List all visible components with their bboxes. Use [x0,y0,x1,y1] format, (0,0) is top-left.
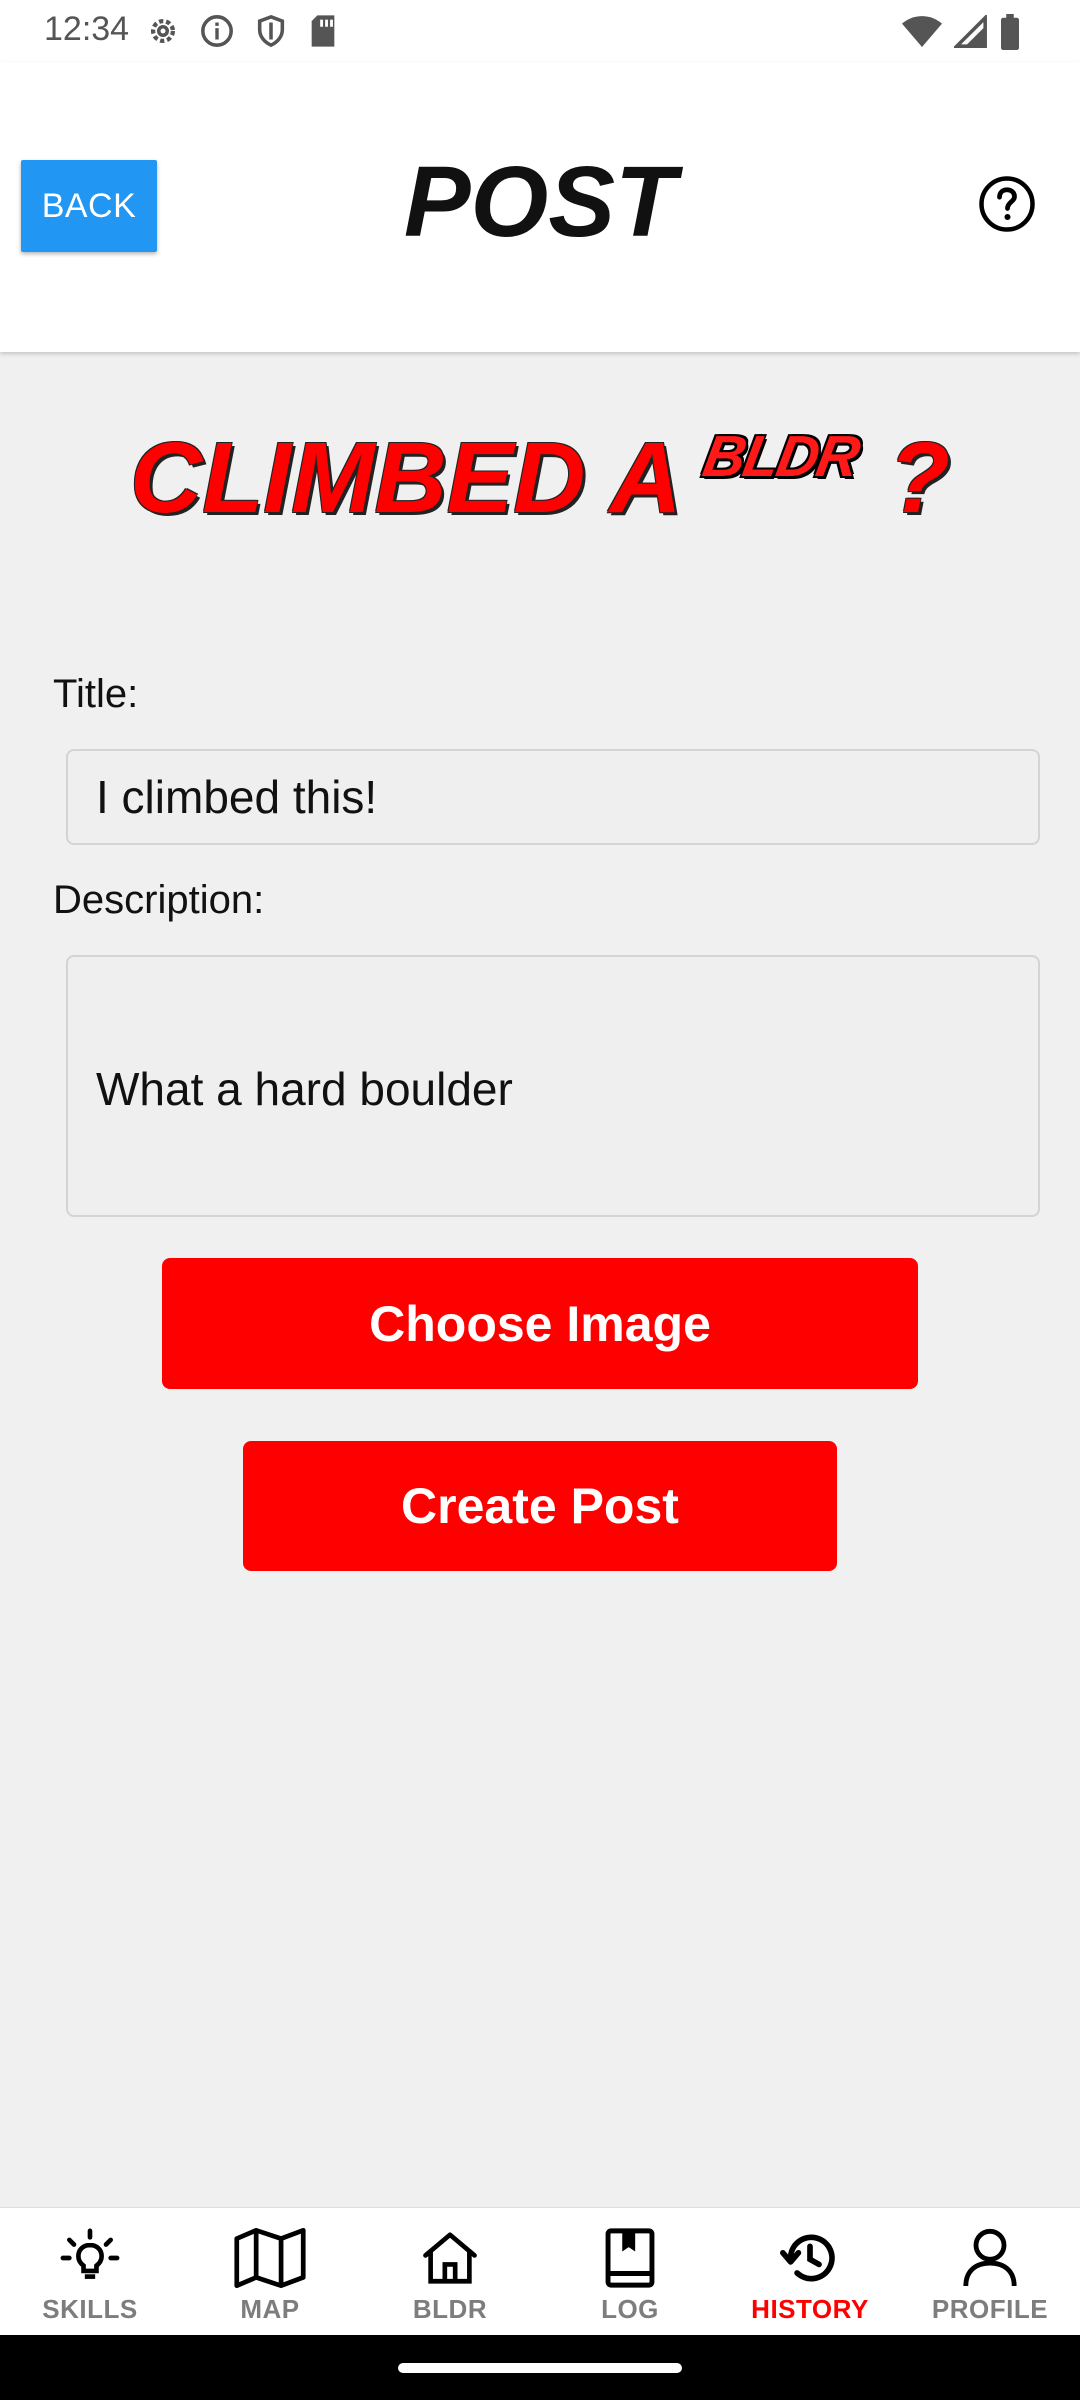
headline-text: CLIMBED A [130,422,682,534]
title-input[interactable] [66,749,1040,845]
nav-item-profile[interactable]: PROFILE [900,2208,1080,2336]
nav-item-skills[interactable]: SKILLS [0,2208,180,2336]
nav-label-map: MAP [240,2294,300,2324]
cell-signal-icon [954,15,988,49]
title-label: Title: [53,672,139,716]
page-title: POST [403,146,677,258]
nav-item-log[interactable]: LOG [540,2208,720,2336]
status-icons-left [146,14,338,48]
help-circle-icon [977,174,1037,239]
profile-icon [962,2226,1018,2290]
history-icon [779,2226,841,2290]
nav-item-bldr[interactable]: BLDR [360,2208,540,2336]
nav-item-map[interactable]: MAP [180,2208,360,2336]
nav-label-history: HISTORY [751,2294,869,2324]
nav-label-profile: PROFILE [931,2294,1049,2324]
headline-question-mark: ? [888,422,950,534]
lightbulb-icon [59,2226,121,2290]
info-icon [200,14,234,48]
description-label: Description: [53,878,265,922]
nav-label-log: LOG [601,2294,659,2324]
home-gesture-handle[interactable] [398,2363,682,2373]
status-icons-right [902,14,1020,50]
battery-icon [1000,14,1020,50]
app-header: BACK POST [0,62,1080,352]
sd-card-icon [308,14,338,48]
bottom-nav: SKILLS MAP BLDR LOG HISTORY PROFILE [0,2207,1080,2336]
nav-label-bldr: BLDR [412,2294,488,2324]
gesture-nav-area [0,2335,1080,2400]
home-icon [419,2226,481,2290]
book-icon [602,2226,658,2290]
headline: CLIMBED A BLDR? [0,424,1080,528]
nav-item-history[interactable]: HISTORY [720,2208,900,2336]
bldr-logo: BLDR [698,424,863,489]
shield-icon [254,14,288,48]
nav-label-skills: SKILLS [42,2294,138,2324]
help-button[interactable] [975,174,1039,238]
description-input[interactable]: What a hard boulder [66,955,1040,1217]
wifi-icon [902,15,942,49]
choose-image-button[interactable]: Choose Image [162,1258,918,1389]
settings-gear-icon [146,14,180,48]
status-time: 12:34 [44,10,130,48]
map-icon [234,2226,306,2290]
status-bar: 12:34 [0,0,1080,62]
create-post-button[interactable]: Create Post [243,1441,837,1571]
